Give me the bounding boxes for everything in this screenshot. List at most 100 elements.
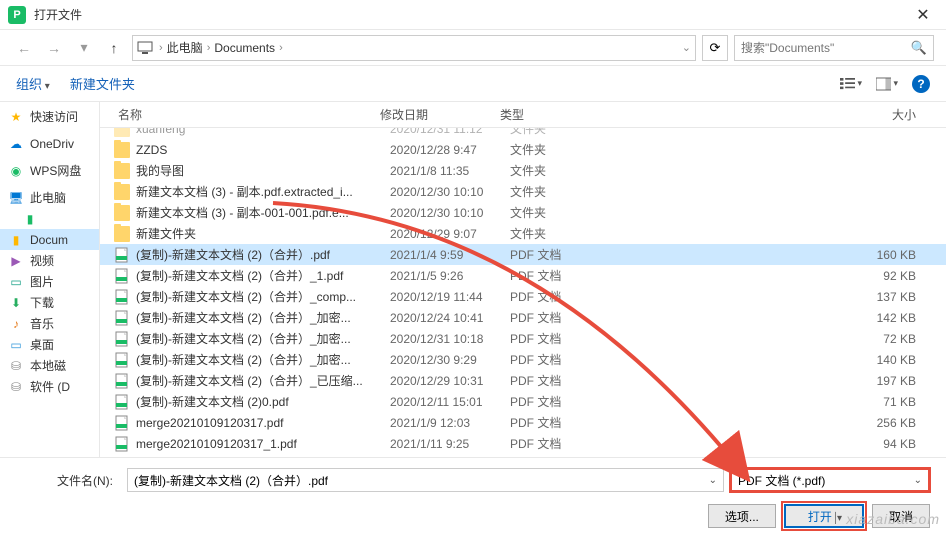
- file-size: 92 KB: [600, 269, 946, 283]
- sidebar-item[interactable]: 🖥此电脑: [0, 187, 99, 208]
- sidebar-item[interactable]: ♪ 音乐: [0, 313, 99, 334]
- help-icon[interactable]: ?: [912, 75, 930, 93]
- file-list: xuanfeng2020/12/31 11:12文件夹ZZDS2020/12/2…: [100, 128, 946, 457]
- file-date: 2020/12/30 10:10: [380, 185, 500, 199]
- sidebar-item[interactable]: ▶ 视频: [0, 250, 99, 271]
- sidebar-item-label: 视频: [30, 252, 54, 269]
- wps-g-icon: ◉: [8, 163, 24, 179]
- file-row[interactable]: merge20210109120317.pdf2021/1/9 12:03PDF…: [100, 412, 946, 433]
- file-type: 文件夹: [500, 204, 600, 221]
- file-name: xuanfeng: [136, 128, 380, 136]
- folder-icon: [114, 184, 130, 200]
- pdf-icon: [114, 373, 130, 389]
- main-area: ★快速访问☁OneDriv◉WPS网盘🖥此电脑▮▮Docum▶视频▭图片⬇下载♪…: [0, 102, 946, 457]
- sidebar-item-label: 快速访问: [30, 108, 78, 125]
- file-row[interactable]: (复制)-新建文本文档 (2)（合并）_加密...2020/12/24 10:4…: [100, 307, 946, 328]
- options-button[interactable]: 选项...: [708, 504, 776, 528]
- sidebar-item[interactable]: ☁OneDriv: [0, 133, 99, 154]
- sidebar-item[interactable]: ▮: [0, 208, 99, 229]
- sidebar-item[interactable]: ⛁软件 (D: [0, 376, 99, 397]
- sidebar-item[interactable]: ⬇下载: [0, 292, 99, 313]
- file-row[interactable]: ZZDS2020/12/28 9:47文件夹: [100, 139, 946, 160]
- sidebar-item[interactable]: ▭桌面: [0, 334, 99, 355]
- file-size: 72 KB: [600, 332, 946, 346]
- search-input[interactable]: 🔍: [734, 35, 934, 61]
- file-name: (复制)-新建文本文档 (2)（合并）_comp...: [136, 288, 380, 305]
- file-name: merge20210109120317_1.pdf: [136, 437, 380, 451]
- file-row[interactable]: (复制)-新建文本文档 (2)（合并）_加密...2020/12/31 10:1…: [100, 328, 946, 349]
- file-date: 2021/1/5 9:26: [380, 269, 500, 283]
- search-field[interactable]: [741, 41, 911, 55]
- mus-o-icon: ♪: [8, 316, 24, 332]
- col-date[interactable]: 修改日期: [370, 106, 490, 123]
- vid-p-icon: ▶: [8, 253, 24, 269]
- file-row[interactable]: 我的导图2021/1/8 11:35文件夹: [100, 160, 946, 181]
- col-size[interactable]: 大小: [590, 106, 946, 123]
- file-row[interactable]: (复制)-新建文本文档 (2)0.pdf2020/12/11 15:01PDF …: [100, 391, 946, 412]
- file-name: 新建文本文档 (3) - 副本.pdf.extracted_i...: [136, 183, 380, 200]
- file-row[interactable]: xuanfeng2020/12/31 11:12文件夹: [100, 128, 946, 139]
- file-date: 2020/12/24 10:41: [380, 311, 500, 325]
- preview-pane-icon[interactable]: ▾: [876, 73, 898, 95]
- close-icon[interactable]: ✕: [908, 0, 938, 30]
- pdf-icon: [114, 415, 130, 431]
- file-row[interactable]: merge20210109120317_1.pdf2021/1/11 9:25P…: [100, 433, 946, 454]
- file-date: 2020/12/28 9:47: [380, 143, 500, 157]
- file-type: 文件夹: [500, 225, 600, 242]
- sidebar-item[interactable]: ★快速访问: [0, 106, 99, 127]
- search-icon[interactable]: 🔍: [911, 40, 927, 56]
- sidebar-item-label: 音乐: [30, 315, 54, 332]
- file-row[interactable]: (复制)-新建文本文档 (2)（合并）_comp...2020/12/19 11…: [100, 286, 946, 307]
- window-title: 打开文件: [34, 6, 908, 23]
- sidebar-item[interactable]: ▭图片: [0, 271, 99, 292]
- chevron-down-icon[interactable]: ⌄: [914, 475, 922, 486]
- file-type: PDF 文档: [500, 372, 600, 389]
- view-list-icon[interactable]: ▾: [840, 73, 862, 95]
- sidebar-item-label: 图片: [30, 273, 54, 290]
- breadcrumb[interactable]: › 此电脑 › Documents › ⌄: [132, 35, 696, 61]
- filetype-select[interactable]: PDF 文档 (*.pdf) ⌄: [730, 468, 930, 492]
- file-row[interactable]: 新建文件夹2020/12/29 9:07文件夹: [100, 223, 946, 244]
- file-type: PDF 文档: [500, 351, 600, 368]
- col-name[interactable]: 名称: [100, 106, 370, 123]
- newfolder-button[interactable]: 新建文件夹: [70, 74, 135, 93]
- sidebar-item-label: OneDriv: [30, 137, 74, 151]
- file-name: ZZDS: [136, 143, 380, 157]
- history-dropdown[interactable]: ▾: [72, 36, 96, 60]
- file-row[interactable]: 新建文本文档 (3) - 副本-001-001.pdf.e...2020/12/…: [100, 202, 946, 223]
- refresh-button[interactable]: ⟳: [702, 35, 728, 61]
- file-name: 我的导图: [136, 162, 380, 179]
- file-row[interactable]: (复制)-新建文本文档 (2)（合并）.pdf2021/1/4 9:59PDF …: [100, 244, 946, 265]
- chevron-right-icon[interactable]: ›: [279, 42, 283, 54]
- sidebar: ★快速访问☁OneDriv◉WPS网盘🖥此电脑▮▮Docum▶视频▭图片⬇下载♪…: [0, 102, 100, 457]
- filetype-value: PDF 文档 (*.pdf): [738, 472, 825, 489]
- filename-input[interactable]: (复制)-新建文本文档 (2)（合并）.pdf ⌄: [127, 468, 724, 492]
- file-size: 94 KB: [600, 437, 946, 451]
- up-button[interactable]: ↑: [102, 36, 126, 60]
- back-button[interactable]: ←: [12, 36, 36, 60]
- hdd-g-icon: ⛁: [8, 358, 24, 374]
- file-row[interactable]: (复制)-新建文本文档 (2)（合并）_加密...2020/12/30 9:29…: [100, 349, 946, 370]
- organize-button[interactable]: 组织: [16, 74, 50, 93]
- sidebar-item[interactable]: ▮Docum: [0, 229, 99, 250]
- column-headers: 名称 修改日期 类型 大小: [100, 102, 946, 128]
- file-name: (复制)-新建文本文档 (2)（合并）_1.pdf: [136, 267, 380, 284]
- chevron-down-icon[interactable]: ⌄: [709, 475, 717, 486]
- file-type: PDF 文档: [500, 267, 600, 284]
- file-row[interactable]: (复制)-新建文本文档 (2)（合并）_已压缩...2020/12/29 10:…: [100, 370, 946, 391]
- sidebar-item-label: 本地磁: [30, 357, 66, 374]
- file-type: PDF 文档: [500, 414, 600, 431]
- crumb-pc[interactable]: 此电脑: [163, 39, 207, 56]
- file-row[interactable]: (复制)-新建文本文档 (2)（合并）_1.pdf2021/1/5 9:26PD…: [100, 265, 946, 286]
- sidebar-item[interactable]: ◉WPS网盘: [0, 160, 99, 181]
- chevron-down-icon[interactable]: ⌄: [682, 41, 691, 54]
- sidebar-item-label: Docum: [30, 233, 68, 247]
- crumb-documents[interactable]: Documents: [210, 41, 279, 55]
- pc-icon: [137, 40, 153, 56]
- folder-icon: [114, 142, 130, 158]
- file-type: PDF 文档: [500, 288, 600, 305]
- col-type[interactable]: 类型: [490, 106, 590, 123]
- sidebar-item[interactable]: ⛁ 本地磁: [0, 355, 99, 376]
- file-row[interactable]: 新建文本文档 (3) - 副本.pdf.extracted_i...2020/1…: [100, 181, 946, 202]
- file-type: 文件夹: [500, 128, 600, 137]
